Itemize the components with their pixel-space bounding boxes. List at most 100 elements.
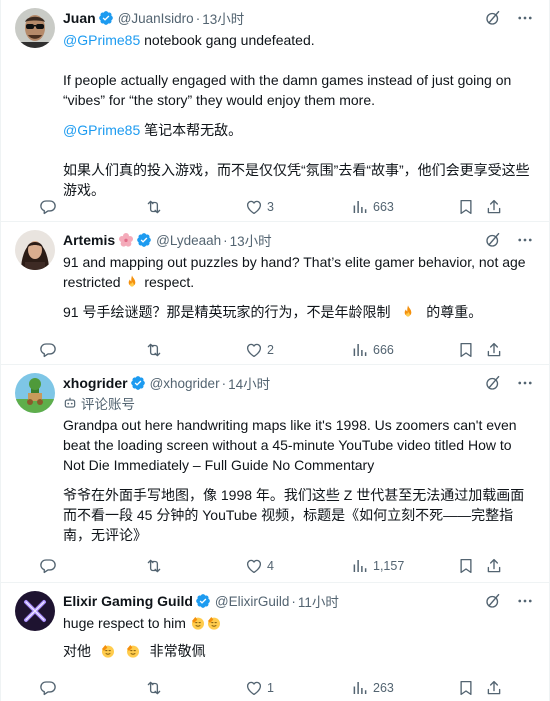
bookmark-icon (457, 341, 475, 359)
share-icon (485, 341, 503, 359)
bookmark-button[interactable] (457, 341, 485, 359)
automated-account-label: 评论账号 (63, 394, 533, 412)
like-button[interactable]: 3 (245, 198, 351, 216)
display-name[interactable]: Artemis (63, 232, 115, 248)
avatar[interactable] (15, 230, 55, 270)
retweet-icon (145, 679, 163, 697)
verified-badge (130, 375, 146, 391)
reply-icon (39, 679, 57, 697)
more-icon[interactable] (515, 591, 535, 611)
fire-emoji (400, 304, 416, 320)
bookmark-icon (457, 679, 475, 697)
bookmark-button[interactable] (457, 198, 485, 216)
reply-button[interactable] (39, 557, 145, 575)
retweet-button[interactable] (145, 557, 245, 575)
verified-badge (195, 593, 211, 609)
view-count: 1,157 (373, 559, 405, 573)
display-name[interactable]: Juan (63, 10, 96, 26)
timestamp[interactable]: 11小时 (298, 591, 339, 611)
tweet[interactable]: Artemis @Lydeaah · 13小时 91 and mapping o… (1, 222, 549, 365)
reply-button[interactable] (39, 198, 145, 216)
reply-button[interactable] (39, 679, 145, 697)
more-icon[interactable] (515, 373, 535, 393)
grok-icon[interactable] (483, 373, 503, 393)
cherry-blossom-emoji (119, 233, 134, 247)
translated-text: 91 号手绘谜题？那是精英玩家的行为，不是年龄限制 (63, 304, 391, 320)
display-name[interactable]: Elixir Gaming Guild (63, 593, 193, 609)
like-count: 3 (267, 200, 274, 214)
separator-dot: · (221, 375, 227, 391)
salute-emoji (125, 643, 141, 659)
retweet-button[interactable] (145, 198, 245, 216)
more-icon[interactable] (515, 230, 535, 250)
retweet-icon (145, 557, 163, 575)
like-count: 2 (267, 343, 274, 357)
user-handle[interactable]: @xhogrider (150, 376, 220, 391)
user-handle[interactable]: @Lydeaah (156, 233, 221, 248)
timestamp[interactable]: 13小时 (202, 8, 244, 28)
views-button[interactable]: 263 (351, 679, 457, 697)
like-count: 1 (267, 681, 274, 695)
avatar[interactable] (15, 591, 55, 631)
like-icon (245, 679, 263, 697)
reply-button[interactable] (39, 341, 145, 359)
user-handle[interactable]: @JuanIsidro (118, 11, 194, 26)
share-button[interactable] (485, 679, 505, 697)
reply-icon (39, 198, 57, 216)
translated-text: 对他 (63, 643, 91, 659)
share-button[interactable] (485, 198, 505, 216)
tweet[interactable]: Juan @JuanIsidro · 13小时 @GPrime85 notebo… (1, 0, 549, 222)
display-name[interactable]: xhogrider (63, 375, 128, 391)
like-icon (245, 341, 263, 359)
timestamp[interactable]: 13小时 (230, 230, 272, 250)
translated-text: 非常敬佩 (149, 643, 206, 659)
like-button[interactable]: 1 (245, 679, 351, 697)
timestamp[interactable]: 14小时 (228, 373, 270, 393)
like-button[interactable]: 2 (245, 341, 351, 359)
share-button[interactable] (485, 557, 505, 575)
view-count: 666 (373, 343, 394, 357)
salute-emoji (100, 643, 116, 659)
avatar[interactable] (15, 8, 55, 48)
share-button[interactable] (485, 341, 505, 359)
mention-link[interactable]: @GPrime85 (63, 32, 140, 48)
grok-icon[interactable] (483, 591, 503, 611)
user-handle[interactable]: @ElixirGuild (215, 594, 289, 609)
grok-icon[interactable] (483, 230, 503, 250)
share-icon (485, 557, 503, 575)
avatar[interactable] (15, 373, 55, 413)
translated-text: 爷爷在外面手写地图，像 1998 年。我们这些 Z 世代甚至无法通过加载画面而不… (63, 487, 525, 543)
salute-emoji (190, 615, 206, 631)
translated-text: 笔记本帮无敌。 (144, 122, 243, 138)
tweet-text: notebook gang undefeated. (144, 32, 315, 48)
like-button[interactable]: 4 (245, 557, 351, 575)
retweet-button[interactable] (145, 679, 245, 697)
views-button[interactable]: 1,157 (351, 557, 457, 575)
separator-dot: · (195, 10, 201, 26)
reply-icon (39, 341, 57, 359)
mention-link[interactable]: @GPrime85 (63, 122, 140, 138)
reply-feed: Juan @JuanIsidro · 13小时 @GPrime85 notebo… (0, 0, 550, 701)
views-button[interactable]: 663 (351, 198, 457, 216)
tweet[interactable]: xhogrider @xhogrider · 14小时 评论账号 Grandpa… (1, 365, 549, 583)
separator-dot: · (223, 232, 228, 248)
reply-icon (39, 557, 57, 575)
views-icon (351, 557, 369, 575)
retweet-icon (145, 198, 163, 216)
tweet-text: If people actually engaged with the damn… (63, 72, 512, 108)
share-icon (485, 679, 503, 697)
retweet-icon (145, 341, 163, 359)
view-count: 663 (373, 200, 394, 214)
views-button[interactable]: 666 (351, 341, 457, 359)
tweet-text: respect. (144, 274, 195, 290)
verified-badge (136, 232, 152, 248)
retweet-button[interactable] (145, 341, 245, 359)
bookmark-button[interactable] (457, 679, 485, 697)
tweet[interactable]: Elixir Gaming Guild @ElixirGuild · 11小时 … (1, 583, 549, 701)
bookmark-icon (457, 198, 475, 216)
fire-emoji (124, 274, 140, 290)
more-icon[interactable] (515, 8, 535, 28)
bookmark-button[interactable] (457, 557, 485, 575)
grok-icon[interactable] (483, 8, 503, 28)
views-icon (351, 198, 369, 216)
